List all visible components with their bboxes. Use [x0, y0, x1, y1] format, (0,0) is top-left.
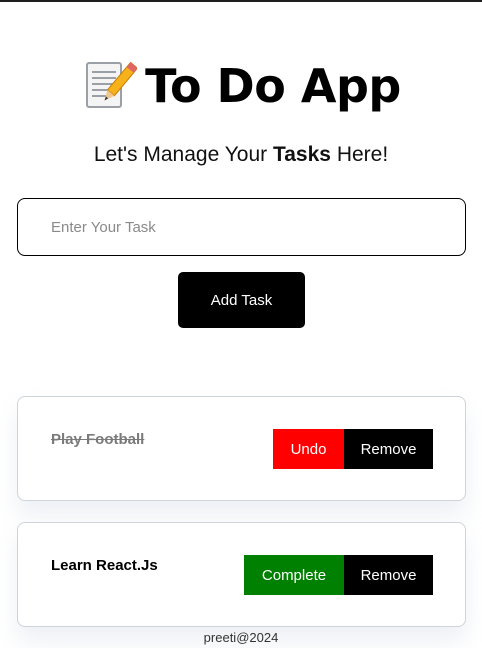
app-title: To Do App [145, 59, 401, 113]
footer-credit: preeti@2024 [203, 630, 279, 645]
task-card: Learn React.Js Complete Remove [17, 522, 466, 627]
add-task-button[interactable]: Add Task [178, 272, 305, 328]
subtitle-prefix: Let's Manage Your [93, 143, 273, 166]
undo-button[interactable]: Undo [273, 429, 344, 469]
remove-button[interactable]: Remove [344, 429, 433, 469]
task-actions: Complete Remove [244, 555, 433, 595]
subtitle: Let's Manage Your Tasks Here! [0, 143, 482, 167]
task-name: Play Football [51, 431, 145, 448]
subtitle-suffix: Here! [330, 143, 389, 166]
task-card: Play Football Undo Remove [17, 396, 466, 501]
subtitle-bold: Tasks [272, 143, 331, 166]
task-name: Learn React.Js [51, 557, 158, 574]
task-actions: Undo Remove [273, 429, 433, 469]
top-border [0, 0, 482, 2]
memo-pencil-icon [81, 58, 139, 114]
todo-app: To Do App Let's Manage Your Tasks Here! … [0, 0, 482, 648]
task-input[interactable] [17, 198, 466, 256]
remove-button[interactable]: Remove [344, 555, 433, 595]
complete-button[interactable]: Complete [244, 555, 344, 595]
header: To Do App [0, 58, 482, 114]
